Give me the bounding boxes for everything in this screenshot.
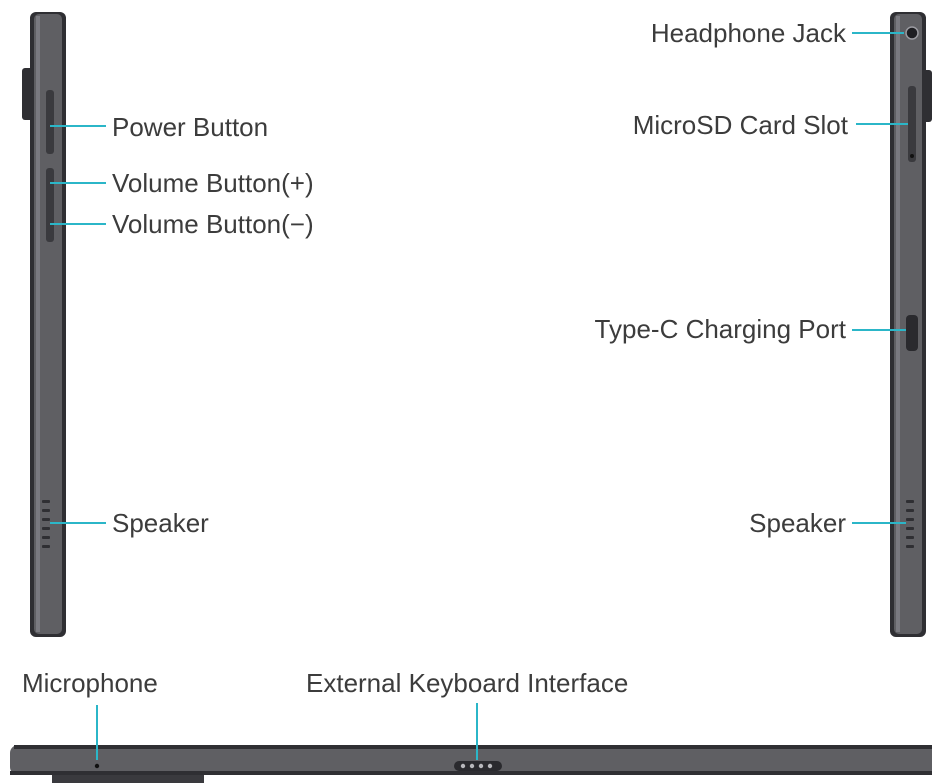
- bottom-view: [10, 703, 932, 783]
- bottom-stand-foot: [52, 775, 204, 783]
- left-speaker-label: Speaker: [112, 508, 209, 538]
- headphone-jack-label: Headphone Jack: [650, 18, 846, 48]
- microsd-slot: [908, 86, 916, 162]
- microphone-hole: [94, 763, 100, 769]
- typec-port-label: Type-C Charging Port: [594, 314, 846, 344]
- left-side-view: [22, 12, 106, 637]
- headphone-jack: [905, 26, 919, 40]
- typec-port: [906, 315, 918, 351]
- right-speaker-label: Speaker: [749, 508, 846, 538]
- volume-button: [46, 168, 54, 242]
- volume-up-label: Volume Button(+): [112, 168, 314, 198]
- right-side-view: [852, 12, 932, 637]
- microphone-label: Microphone: [22, 668, 158, 698]
- volume-down-label: Volume Button(−): [112, 209, 314, 239]
- left-device-highlight: [36, 16, 40, 632]
- keyboard-interface-label: External Keyboard Interface: [306, 668, 629, 698]
- bottom-device-edge-top: [14, 745, 932, 749]
- microsd-slot-label: MicroSD Card Slot: [632, 110, 848, 140]
- microsd-eject-hole: [910, 154, 914, 158]
- right-device-highlight: [896, 16, 900, 632]
- power-button: [46, 90, 54, 154]
- power-button-label: Power Button: [112, 112, 269, 142]
- bottom-device-edge-low: [10, 771, 932, 775]
